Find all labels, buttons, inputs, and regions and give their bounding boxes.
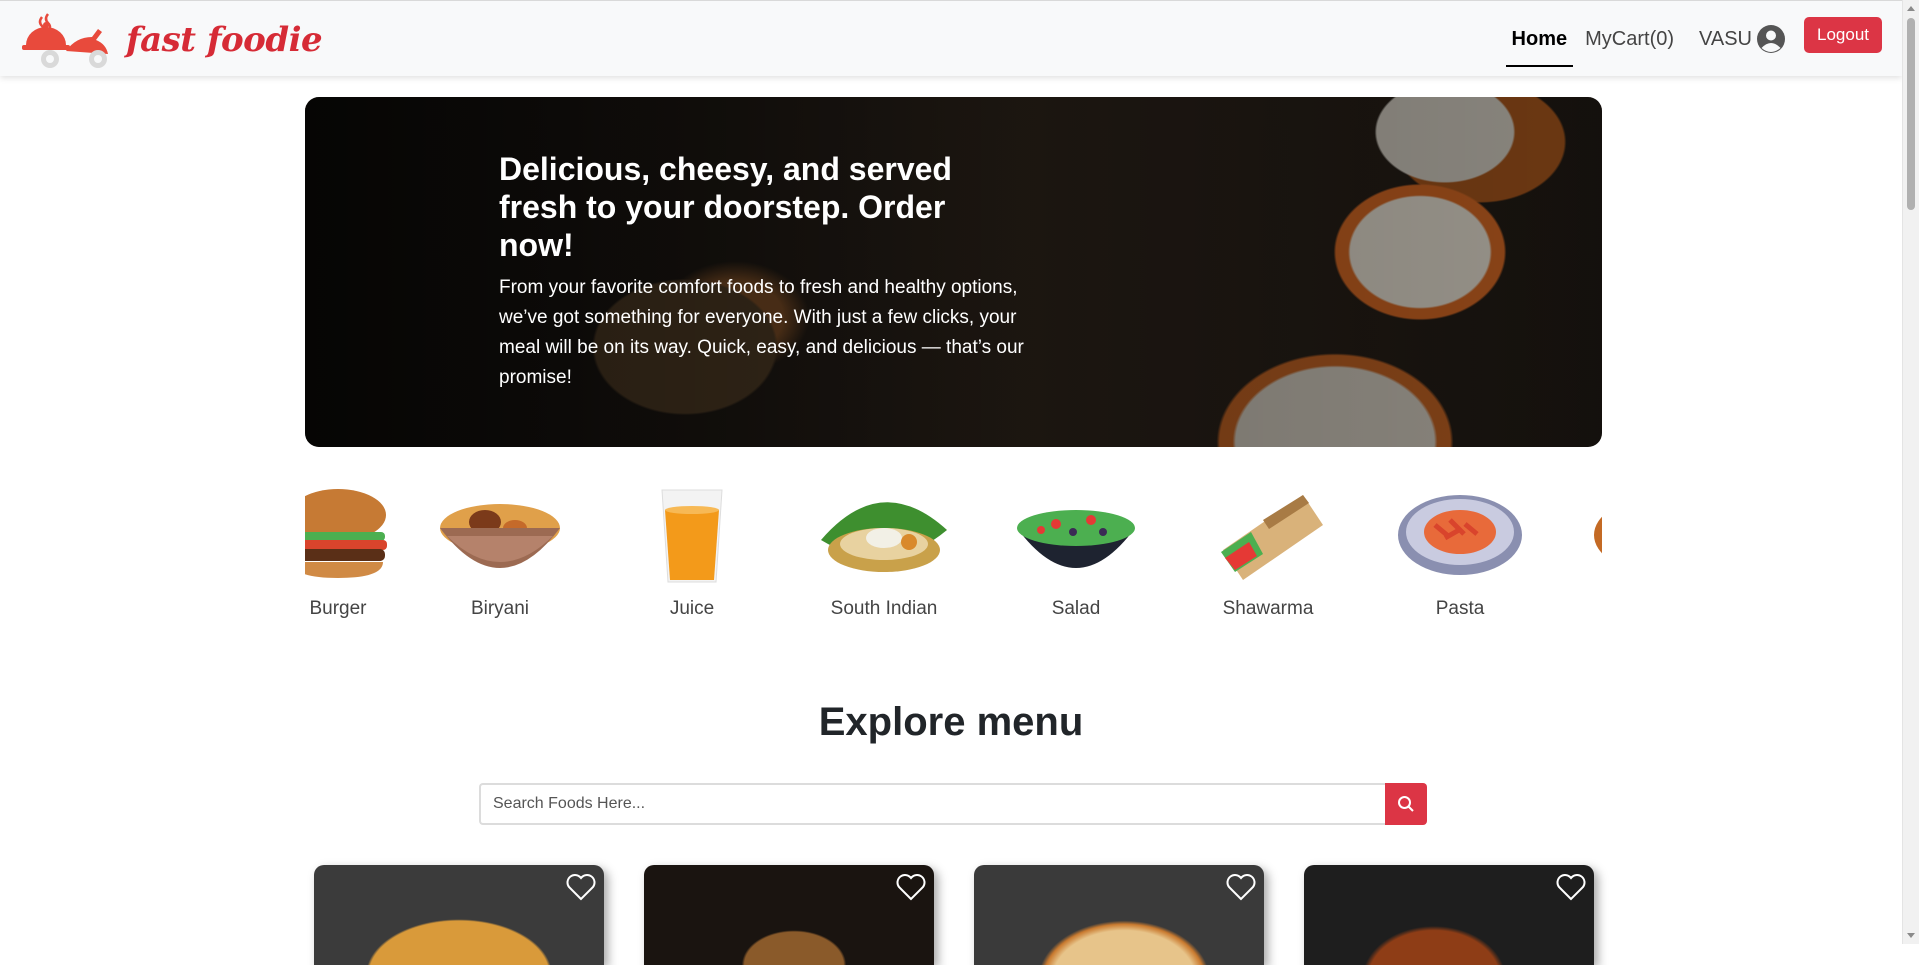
- burger-icon: [305, 489, 387, 578]
- nav-links: Home MyCart(0) VASU Logout: [1503, 1, 1902, 77]
- search-input[interactable]: [479, 783, 1385, 825]
- food-card[interactable]: [1304, 865, 1594, 965]
- page-scrollbar[interactable]: [1902, 0, 1919, 944]
- logout-button[interactable]: Logout: [1804, 17, 1882, 53]
- hero-banner: Delicious, cheesy, and served fresh to y…: [305, 97, 1602, 447]
- search-button[interactable]: [1385, 783, 1427, 825]
- food-card[interactable]: [974, 865, 1264, 965]
- search-bar: [479, 783, 1427, 825]
- south-indian-icon: [821, 502, 947, 572]
- shawarma-icon: [1221, 495, 1323, 580]
- category-label: Juice: [669, 598, 715, 619]
- brand[interactable]: fast foodie: [20, 11, 323, 69]
- brand-name: fast foodie: [126, 20, 323, 60]
- category-item-shawarma[interactable]: Shawarma: [1172, 480, 1364, 620]
- heart-icon[interactable]: [1556, 873, 1586, 901]
- hero-description: From your favorite comfort foods to fres…: [499, 277, 1024, 388]
- nav-home-link[interactable]: Home: [1503, 21, 1577, 67]
- scrollbar-thumb[interactable]: [1907, 18, 1915, 210]
- user-name: VASU: [1699, 27, 1752, 50]
- food-bowl-icon: [1594, 516, 1602, 554]
- category-item-pasta[interactable]: Pasta: [1364, 480, 1556, 620]
- category-label: Salad: [1051, 598, 1101, 619]
- category-item-salad[interactable]: Salad: [980, 480, 1172, 620]
- food-card[interactable]: [314, 865, 604, 965]
- scroll-up-arrow-icon[interactable]: [1907, 6, 1915, 11]
- category-item-south-indian[interactable]: South Indian: [788, 480, 980, 620]
- category-carousel[interactable]: Burger Biryani Juice South Indian Salad …: [305, 480, 1602, 640]
- category-label: Shawarma: [1222, 598, 1314, 619]
- user-circle-icon: [1757, 25, 1785, 53]
- salad-icon: [1017, 510, 1135, 568]
- category-item-juice[interactable]: Juice: [596, 480, 788, 620]
- biryani-icon: [440, 504, 560, 568]
- delivery-scooter-logo-icon: [22, 13, 108, 68]
- category-label: South Indian: [830, 598, 938, 619]
- nav-cart-link[interactable]: MyCart(0): [1576, 21, 1683, 57]
- navbar: fast foodie Home MyCart(0) VASU Logout: [0, 0, 1902, 76]
- category-item-partial[interactable]: [1556, 480, 1602, 590]
- scroll-down-arrow-icon[interactable]: [1907, 933, 1915, 938]
- hero-title: Delicious, cheesy, and served fresh to y…: [499, 151, 952, 263]
- category-item-biryani[interactable]: Biryani: [404, 480, 596, 620]
- explore-menu-title: Explore menu: [818, 700, 1084, 744]
- pasta-icon: [1398, 495, 1522, 575]
- food-card[interactable]: [644, 865, 934, 965]
- category-label: Biryani: [470, 598, 530, 619]
- heart-icon[interactable]: [566, 873, 596, 901]
- juice-icon: [661, 489, 723, 583]
- user-menu[interactable]: VASU: [1699, 24, 1786, 54]
- category-label: Pasta: [1435, 598, 1485, 619]
- heart-icon[interactable]: [896, 873, 926, 901]
- heart-icon[interactable]: [1226, 873, 1256, 901]
- search-icon: [1398, 796, 1414, 812]
